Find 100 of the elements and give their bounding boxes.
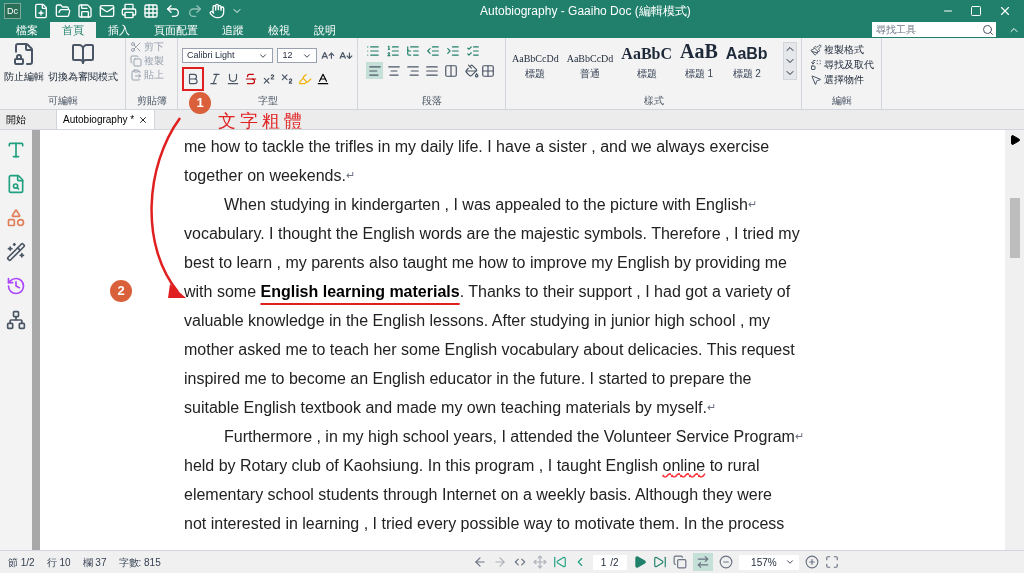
last-page-icon[interactable]: [652, 555, 667, 569]
line-spacing-icon[interactable]: [466, 44, 480, 58]
mail-icon[interactable]: [99, 3, 115, 19]
back-icon[interactable]: [472, 555, 487, 569]
align-icon: [386, 63, 401, 78]
editing-button[interactable]: 尋找及取代: [810, 57, 873, 72]
paintbrush-icon: [810, 43, 822, 56]
pointer-icon: [810, 73, 822, 86]
protect-button[interactable]: 防止編輯: [4, 42, 44, 94]
align-icon: [443, 63, 458, 78]
paste-icon: [130, 68, 142, 81]
zoom-field[interactable]: 157%: [738, 554, 799, 570]
font-color-icon[interactable]: [316, 72, 330, 86]
text-icon[interactable]: [6, 140, 26, 160]
page-field[interactable]: 1 /2: [592, 554, 627, 570]
status-text: 行 10: [46, 555, 71, 570]
undo-icon[interactable]: [165, 3, 181, 19]
search-field[interactable]: 尋找工具: [872, 22, 980, 37]
save-icon[interactable]: [77, 3, 93, 19]
underline-icon[interactable]: [226, 72, 240, 86]
page-arrow-icon[interactable]: [1008, 134, 1021, 146]
bold-button[interactable]: [182, 67, 204, 91]
text-line: together on weekends.: [184, 166, 346, 186]
italic-icon[interactable]: [208, 72, 222, 86]
subscript-icon[interactable]: [280, 72, 294, 86]
align-button[interactable]: [442, 62, 459, 79]
scroll-thumb[interactable]: [1009, 198, 1020, 258]
window-title: Autobiography - Gaaiho Doc (編輯模式): [480, 3, 691, 20]
text-line: held by Rotary club of Kaohsiung. In this program , I taught English online to rural: [184, 456, 760, 476]
text-line: When studying in kindergarten , I was appealed to the picture with English: [223, 195, 748, 215]
borders-icon[interactable]: [481, 63, 495, 78]
first-page-icon[interactable]: [552, 555, 567, 569]
group-label: 段落: [421, 94, 442, 108]
copy-icon: [130, 54, 142, 67]
text-line: valuable knowledge in the English lessons. After studying in junior high school , my: [184, 311, 771, 331]
menu-tab[interactable]: 追蹤: [210, 22, 256, 38]
zoom-out-icon[interactable]: [718, 555, 733, 569]
text-line: inspired me to become an English educator in the future. I started to prepare the: [184, 369, 752, 389]
scissors-icon: [130, 40, 142, 53]
group-label: 可編輯: [47, 94, 78, 108]
text-line: with some English learning materials. Thanks to their support , I had got a variety of: [184, 282, 791, 302]
fullscreen-icon[interactable]: [824, 555, 839, 569]
next-page-icon[interactable]: [632, 555, 647, 569]
shading-icon[interactable]: [465, 63, 479, 78]
editing-button[interactable]: 選擇物件: [810, 72, 873, 87]
strikethrough-icon[interactable]: [244, 72, 258, 86]
menu-tab[interactable]: 首頁: [50, 22, 96, 38]
grid-icon[interactable]: [143, 3, 159, 19]
menu-tab[interactable]: 說明: [302, 22, 348, 38]
group-label: 剪貼簿: [136, 94, 167, 108]
numbered-list-icon[interactable]: [386, 44, 400, 58]
app-logo: Dc: [4, 3, 21, 19]
menu-tab[interactable]: 檢視: [256, 22, 302, 38]
align-button[interactable]: [366, 62, 383, 79]
maximize-icon[interactable]: [970, 5, 982, 17]
menu-tab[interactable]: 檔案: [4, 22, 50, 38]
text-line: best to learn , my parents also taught me how to improve my English by providing me: [184, 253, 787, 273]
menu-tab[interactable]: 插入: [96, 22, 142, 38]
document-tab[interactable]: Autobiography *: [56, 109, 156, 129]
new-file-icon[interactable]: [33, 3, 49, 19]
history-icon[interactable]: [6, 276, 26, 296]
bullet-list-icon[interactable]: [366, 44, 380, 58]
decrease-indent-icon[interactable]: [426, 44, 440, 58]
zoom-in-icon[interactable]: [804, 555, 819, 569]
font-size-field[interactable]: 12: [277, 48, 318, 63]
hierarchy-icon[interactable]: [6, 310, 26, 330]
paragraph-mark: ↵: [794, 429, 804, 442]
wand-icon[interactable]: [6, 242, 26, 262]
group-label: 編輯: [831, 94, 852, 108]
hand-icon[interactable]: [209, 3, 225, 19]
superscript-icon[interactable]: [262, 72, 276, 86]
align-icon: [405, 63, 420, 78]
review-mode-button[interactable]: 切換為審閱模式: [48, 42, 118, 94]
paragraph-mark: ↵: [747, 197, 757, 210]
status-text: 節 1/2: [8, 555, 35, 570]
text-line: vocabulary. I thought the English words are the majestic symbols. Therefore , I tried my: [184, 224, 800, 244]
gallery-scroll[interactable]: [783, 42, 797, 80]
multilevel-list-icon[interactable]: [406, 44, 420, 58]
text-line: me how to tackle the trifles in my daily life. I have a sister , and we always exercise: [184, 137, 770, 157]
fit-width-button[interactable]: [692, 553, 713, 571]
font-name-field[interactable]: Calibri Light: [182, 48, 274, 63]
increase-indent-icon[interactable]: [446, 44, 460, 58]
fit-icon[interactable]: [512, 555, 527, 569]
text-line: Furthermore , in my high school years, I attended the Volunteer Service Program: [223, 427, 795, 447]
search-icon[interactable]: [980, 22, 996, 37]
close-icon[interactable]: [998, 4, 1012, 18]
printer-icon[interactable]: [121, 3, 137, 19]
dropdown-caret-icon: [784, 557, 795, 567]
shapes-icon[interactable]: [6, 208, 26, 228]
align-icon: [424, 63, 439, 78]
close-icon: [138, 114, 149, 125]
editing-button[interactable]: 複製格式: [810, 42, 873, 57]
page-layout-icon[interactable]: [672, 555, 687, 569]
document-tab[interactable]: 開始: [0, 109, 32, 129]
annotation-note: 文字粗體: [218, 110, 306, 133]
folder-icon[interactable]: [55, 3, 71, 19]
menu-tab[interactable]: 頁面配置: [142, 22, 210, 38]
replace-icon: [810, 58, 822, 71]
file-search-icon[interactable]: [6, 174, 26, 194]
bold-icon: [186, 72, 200, 86]
